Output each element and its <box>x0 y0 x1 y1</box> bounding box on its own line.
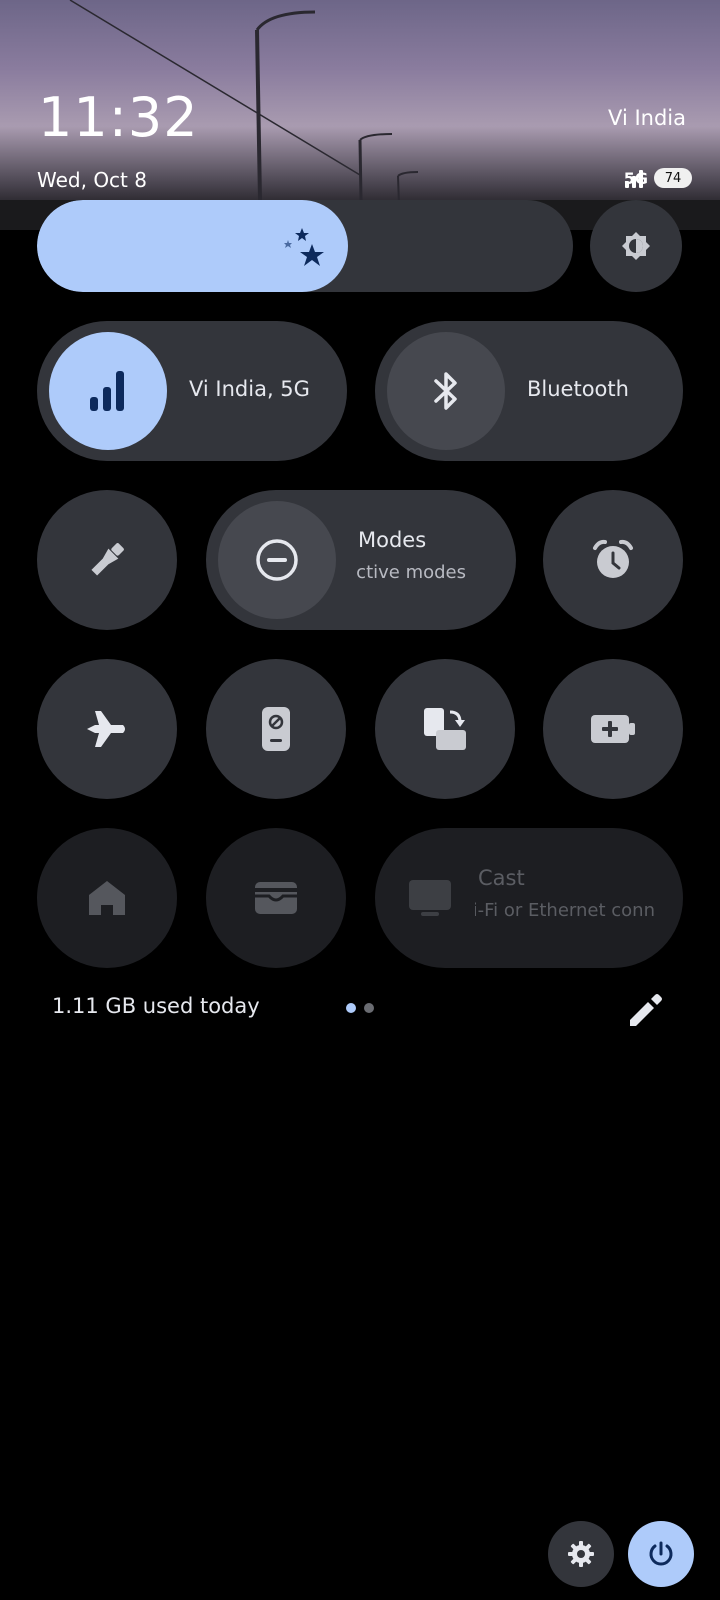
brightness-stars-icon <box>284 228 324 266</box>
auto-brightness-button[interactable] <box>590 200 682 292</box>
tile-home-controls[interactable] <box>37 828 177 968</box>
modes-label: Modes <box>358 528 427 552</box>
alarm-icon <box>593 539 633 578</box>
page-dot-2 <box>364 1003 374 1013</box>
page-dot-1 <box>346 1003 356 1013</box>
tile-cast[interactable]: Cast No Wi-Fi or Ethernet connection <box>375 828 683 968</box>
modes-sublabel: No active modes <box>356 562 466 583</box>
battery-saver-icon <box>591 715 635 743</box>
power-icon <box>649 1541 673 1566</box>
brightness-auto-icon <box>622 232 650 260</box>
power-button[interactable] <box>628 1521 694 1587</box>
mobile-data-label: Vi India, 5G <box>189 377 310 401</box>
tile-battery-saver[interactable] <box>543 659 683 799</box>
bluetooth-label: Bluetooth <box>527 377 629 401</box>
cast-sublabel: No Wi-Fi or Ethernet connection <box>475 900 655 921</box>
battery-level: 74 <box>664 170 682 186</box>
page-indicator <box>346 1003 374 1013</box>
phone-remote-icon <box>262 707 290 751</box>
data-usage-text[interactable]: 1.11 GB used today <box>52 994 260 1018</box>
wallpaper: 11:32 Vi India Wed, Oct 8 5G 74 <box>0 0 720 230</box>
tile-mobile-data[interactable]: Vi India, 5G <box>37 321 347 461</box>
signal-icon <box>624 170 643 188</box>
tile-screen-rotate[interactable] <box>375 659 515 799</box>
tile-device-remote[interactable] <box>206 659 346 799</box>
tile-flashlight[interactable] <box>37 490 177 630</box>
edit-tiles-button[interactable] <box>624 990 664 1030</box>
wallet-icon <box>255 882 297 914</box>
tile-bluetooth[interactable]: Bluetooth <box>375 321 683 461</box>
tile-wallet[interactable] <box>206 828 346 968</box>
battery-icon: 74 <box>654 168 692 188</box>
flashlight-icon <box>91 543 124 576</box>
home-icon <box>89 881 125 915</box>
gear-icon <box>568 1541 594 1567</box>
bluetooth-icon-button[interactable] <box>387 332 505 450</box>
do-not-disturb-icon <box>256 539 298 581</box>
settings-button[interactable] <box>548 1521 614 1587</box>
clock[interactable]: 11:32 <box>38 86 199 149</box>
tile-alarm[interactable] <box>543 490 683 630</box>
tile-airplane-mode[interactable] <box>37 659 177 799</box>
pencil-icon <box>630 994 662 1026</box>
cast-icon <box>409 880 451 916</box>
date[interactable]: Wed, Oct 8 <box>37 168 147 192</box>
modes-icon-button[interactable] <box>218 501 336 619</box>
tile-modes[interactable]: Modes No active modes <box>206 490 516 630</box>
cast-label: Cast <box>478 866 525 890</box>
auto-rotate-icon <box>424 708 466 750</box>
status-icons: 5G 74 <box>624 168 692 188</box>
mobile-data-icon-button[interactable] <box>49 332 167 450</box>
bluetooth-icon <box>434 372 457 410</box>
signal-bars-icon <box>90 371 124 411</box>
carrier-name: Vi India <box>608 106 686 130</box>
airplane-icon <box>87 711 125 747</box>
